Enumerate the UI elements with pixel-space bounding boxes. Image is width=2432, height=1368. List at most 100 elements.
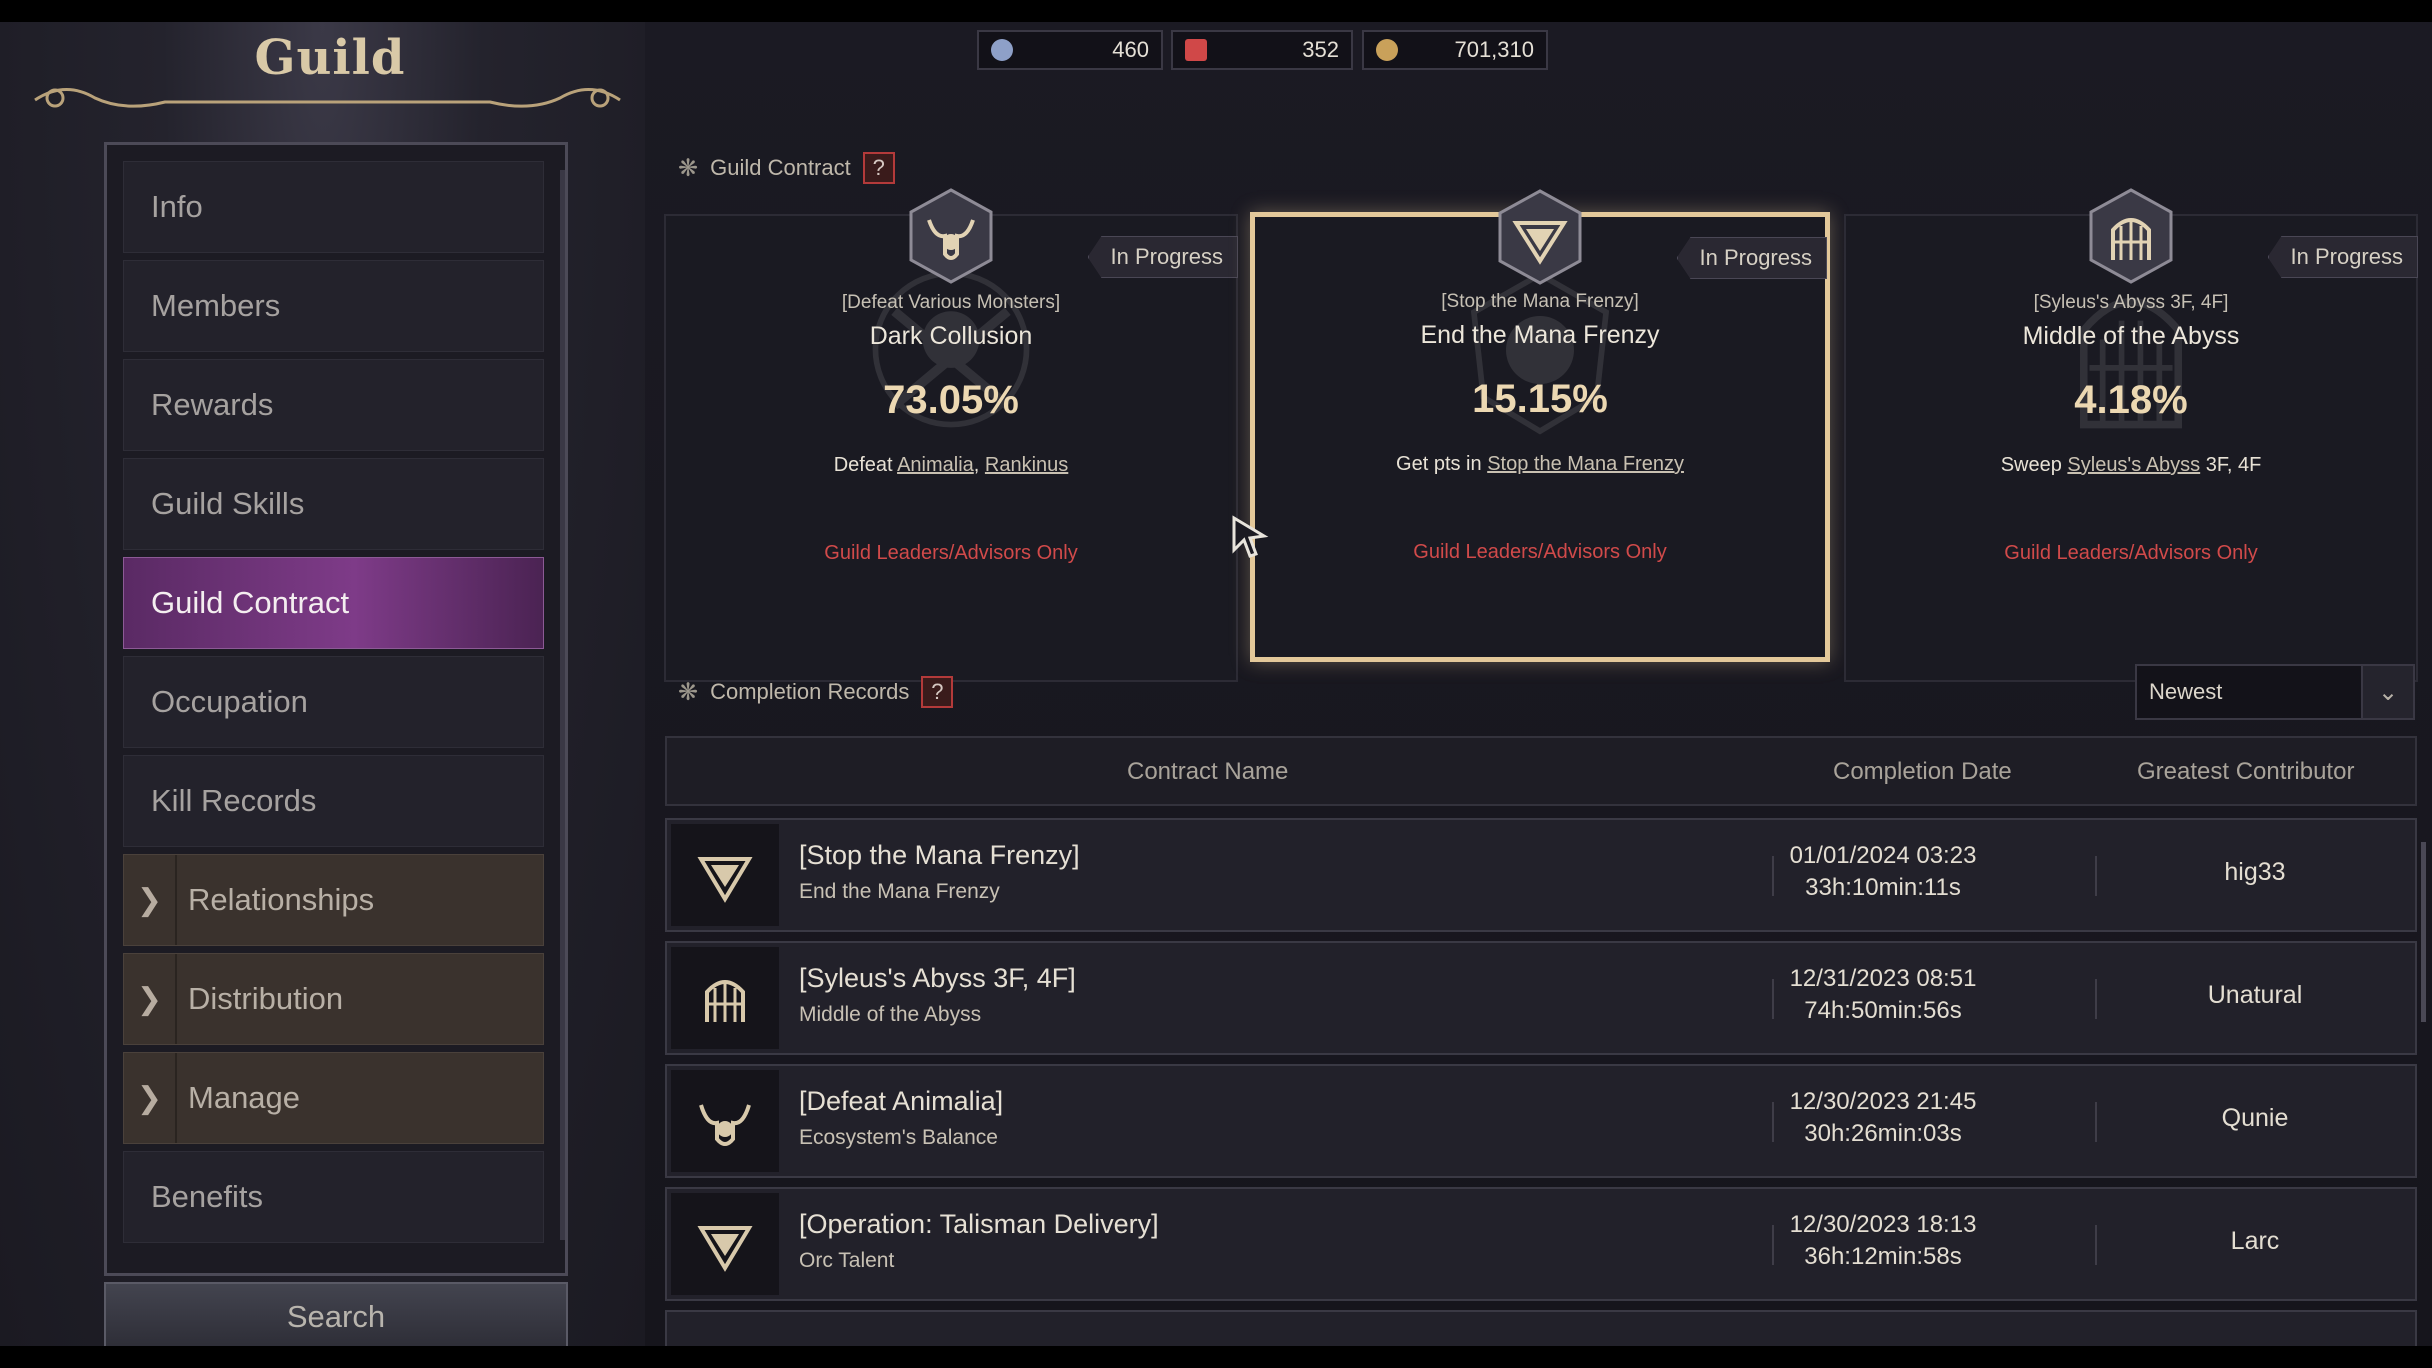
menu-item-label: Distribution: [188, 981, 344, 1016]
crystal-icon: [991, 39, 1013, 61]
record-contributor: Unatural: [2207, 981, 2303, 1009]
completion-duration: 74h:50min:56s: [1804, 997, 1962, 1024]
menu-item-relationships[interactable]: ❯ Relationships: [123, 854, 544, 946]
menu-item-members[interactable]: Members: [123, 260, 544, 352]
menu-item-label: Benefits: [151, 1179, 264, 1214]
help-button[interactable]: ?: [921, 676, 954, 708]
record-subtitle: End the Mana Frenzy: [799, 880, 1000, 903]
triangle-gem-icon: [671, 824, 779, 926]
completion-date: 12/30/2023 21:45: [1789, 1088, 1977, 1115]
restriction-note: Guild Leaders/Advisors Only: [2004, 542, 2258, 564]
record-subtitle: Middle of the Abyss: [799, 1003, 982, 1026]
completion-date: 12/31/2023 08:51: [1789, 965, 1977, 992]
contract-name: Middle of the Abyss: [2022, 322, 2240, 350]
column-divider: [2095, 1225, 2097, 1265]
contract-category: [Syleus's Abyss 3F, 4F]: [2033, 292, 2229, 313]
menu-item-guild-contract[interactable]: Guild Contract: [123, 557, 544, 649]
table-row[interactable]: [Stop the Mana Frenzy] End the Mana Fren…: [665, 818, 2417, 932]
menu-item-manage[interactable]: ❯ Manage: [123, 1052, 544, 1144]
contract-description: Defeat Animalia, Rankinus: [666, 454, 1236, 477]
desc-text: Defeat: [833, 454, 898, 476]
completion-date: 01/01/2024 03:23: [1789, 842, 1977, 869]
contract-card[interactable]: In Progress [Syleus's Abyss 3F, 4F] Midd…: [1844, 188, 2418, 682]
table-row[interactable]: [Syleus's Abyss 3F, 4F] Middle of the Ab…: [665, 941, 2417, 1055]
fleur-icon: ❋: [678, 678, 699, 706]
record-date: 01/01/2024 03:23 33h:10min:11s: [1733, 840, 2033, 904]
menu-item-kill-records[interactable]: Kill Records: [123, 755, 544, 847]
menu-item-distribution[interactable]: ❯ Distribution: [123, 953, 544, 1045]
menu-item-label: Info: [151, 189, 203, 224]
records-section-header: ❋ Completion Records ?: [678, 676, 954, 708]
currency-crystal: 460: [977, 30, 1163, 70]
column-divider: [2095, 979, 2097, 1019]
page-title: Guild: [254, 30, 406, 86]
column-header-name: Contract Name: [1127, 758, 1289, 785]
contract-card[interactable]: In Progress [Defeat Various Monsters] Da…: [664, 188, 1238, 682]
contract-progress: 15.15%: [1472, 377, 1608, 421]
record-title: [Stop the Mana Frenzy]: [799, 840, 1080, 870]
desc-link[interactable]: Stop the Mana Frenzy: [1487, 453, 1684, 475]
table-row[interactable]: [Operation: Talisman Delivery] Orc Talen…: [665, 1187, 2417, 1301]
column-divider: [2095, 856, 2097, 896]
record-contributor: Qunie: [2221, 1104, 2289, 1132]
table-header: Contract Name Completion Date Greatest C…: [665, 736, 2417, 806]
menu-scrollbar[interactable]: [560, 170, 565, 1240]
menu-item-label: Occupation: [151, 684, 308, 719]
bull-skull-icon: [909, 188, 993, 284]
contract-card-selected[interactable]: In Progress [Stop the Mana Frenzy] End t…: [1250, 189, 1830, 662]
help-button[interactable]: ?: [862, 152, 895, 184]
completion-duration: 33h:10min:11s: [1805, 874, 1961, 901]
contract-name: End the Mana Frenzy: [1420, 321, 1660, 349]
desc-link[interactable]: Rankinus: [985, 454, 1068, 476]
record-date: 12/31/2023 08:51 74h:50min:56s: [1733, 963, 2033, 1027]
menu-item-rewards[interactable]: Rewards: [123, 359, 544, 451]
desc-text: Get pts in: [1396, 453, 1488, 475]
menu-item-label: Manage: [188, 1080, 301, 1115]
bull-skull-icon: [671, 1070, 779, 1172]
menu-item-label: Relationships: [188, 882, 375, 917]
record-subtitle: Orc Talent: [799, 1249, 895, 1272]
gold-coin-icon: [1376, 39, 1398, 61]
contract-category: [Stop the Mana Frenzy]: [1441, 291, 1639, 312]
chevron-down-icon[interactable]: ⌄: [2361, 666, 2413, 718]
mouse-cursor-icon: [1232, 515, 1269, 558]
gate-icon: [671, 947, 779, 1049]
column-header-date: Completion Date: [1833, 758, 2012, 785]
guild-menu: Info Members Rewards Guild Skills Guild …: [104, 142, 568, 1276]
section-title: Completion Records: [710, 679, 910, 704]
desc-link[interactable]: Syleus's Abyss: [2067, 454, 2200, 476]
currency-value: 460: [1112, 37, 1149, 62]
sort-dropdown[interactable]: Newest ⌄: [2135, 664, 2415, 720]
column-header-contributor: Greatest Contributor: [2137, 758, 2355, 785]
sidebar: Guild Info Members Rewards Guild Skills …: [0, 22, 645, 1346]
search-button-label: Search: [286, 1299, 386, 1334]
record-contributor: Larc: [2230, 1227, 2280, 1255]
records-scrollbar[interactable]: [2421, 842, 2426, 1022]
desc-link[interactable]: Animalia: [897, 454, 974, 476]
desc-text: ,: [973, 454, 985, 476]
contract-progress: 73.05%: [883, 378, 1019, 422]
chevron-right-icon: ❯: [124, 855, 177, 945]
currency-gold: 701,310: [1362, 30, 1548, 70]
menu-item-occupation[interactable]: Occupation: [123, 656, 544, 748]
menu-item-info[interactable]: Info: [123, 161, 544, 253]
menu-item-guild-skills[interactable]: Guild Skills: [123, 458, 544, 550]
menu-item-benefits[interactable]: Benefits: [123, 1151, 544, 1243]
record-subtitle: Ecosystem's Balance: [799, 1126, 998, 1149]
table-row[interactable]: [Defeat Animalia] Ecosystem's Balance 12…: [665, 1064, 2417, 1178]
restriction-note: Guild Leaders/Advisors Only: [824, 542, 1078, 564]
completion-duration: 36h:12min:58s: [1804, 1243, 1962, 1270]
record-title: [Operation: Talisman Delivery]: [799, 1209, 1159, 1239]
record-date: 12/30/2023 18:13 36h:12min:58s: [1733, 1209, 2033, 1273]
record-title: [Syleus's Abyss 3F, 4F]: [799, 963, 1076, 993]
restriction-note: Guild Leaders/Advisors Only: [1413, 541, 1667, 563]
status-badge: In Progress: [1676, 237, 1827, 279]
contract-section-header: ❋ Guild Contract ?: [678, 152, 895, 184]
table-row-partial[interactable]: [665, 1310, 2417, 1346]
menu-item-label: Guild Skills: [151, 486, 305, 521]
record-date: 12/30/2023 21:45 30h:26min:03s: [1733, 1086, 2033, 1150]
menu-item-label: Rewards: [151, 387, 274, 422]
record-title: [Defeat Animalia]: [799, 1086, 1004, 1116]
search-button[interactable]: Search: [104, 1282, 568, 1346]
status-badge: In Progress: [2267, 236, 2418, 278]
